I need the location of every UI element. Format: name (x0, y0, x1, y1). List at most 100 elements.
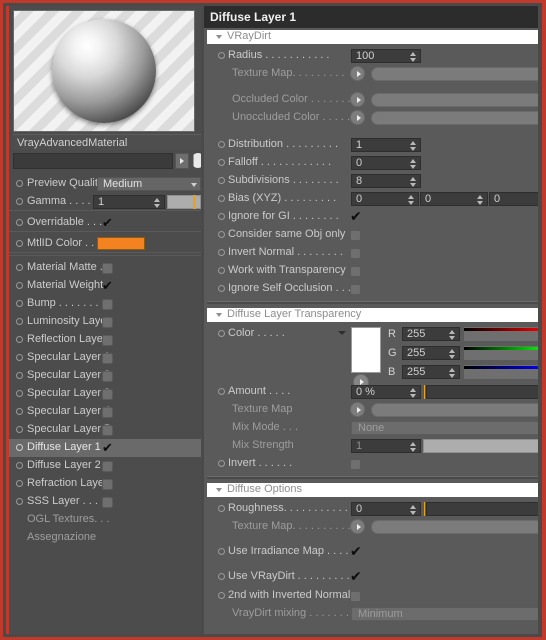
property-input-falloff[interactable]: 0 (351, 156, 421, 170)
sidebar-item-specular-layer-4[interactable]: Specular Layer 4 (9, 403, 201, 421)
stepper-icon[interactable] (154, 198, 161, 208)
sidebar-item-overridable[interactable]: Overridable . . . . ✔ (9, 214, 201, 232)
toggle-dot-icon[interactable] (16, 282, 23, 289)
toggle-dot-icon[interactable] (16, 480, 23, 487)
stepper-icon[interactable] (410, 505, 417, 515)
texture-map-button[interactable] (350, 519, 365, 534)
toggle-dot-icon[interactable] (218, 505, 225, 512)
toggle-dot-icon[interactable] (16, 318, 23, 325)
sidebar-item-luminosity-layer[interactable]: Luminosity Layer (9, 313, 201, 331)
toggle-dot-icon[interactable] (16, 390, 23, 397)
texture-map-field[interactable] (371, 520, 538, 534)
sidebar-item-material-matte[interactable]: Material Matte . . (9, 259, 201, 277)
property-input-subdivisions[interactable]: 8 (351, 174, 421, 188)
checkbox[interactable] (102, 371, 113, 382)
stepper-icon[interactable] (410, 177, 417, 187)
sidebar-item-preview-quality[interactable]: Preview Quality Medium (9, 175, 201, 193)
gamma-slider-handle[interactable] (193, 195, 196, 209)
dropdown-mix-mode[interactable]: None (351, 421, 538, 435)
toggle-dot-icon[interactable] (218, 177, 225, 184)
texture-map-field[interactable] (371, 67, 538, 81)
toggle-dot-icon[interactable] (218, 285, 225, 292)
checkbox[interactable] (350, 284, 361, 295)
sidebar-item-specular-layer-5[interactable]: Specular Layer 5 (9, 421, 201, 439)
toggle-dot-icon[interactable] (218, 330, 225, 337)
toggle-dot-icon[interactable] (218, 195, 225, 202)
sidebar-item-reflection-layer[interactable]: Reflection Layer (9, 331, 201, 349)
sidebar-item-sss-layer[interactable]: SSS Layer . . . . . (9, 493, 201, 511)
bias-input-y[interactable]: 0 (420, 192, 488, 206)
material-texture-slot-input[interactable] (13, 153, 173, 169)
mtlid-color-swatch[interactable] (97, 237, 145, 250)
checkbox[interactable] (102, 263, 113, 274)
stepper-icon[interactable] (410, 52, 417, 62)
toggle-dot-icon[interactable] (218, 548, 225, 555)
stepper-icon[interactable] (410, 159, 417, 169)
sidebar-item-ogl-textures[interactable]: OGL Textures. . . (9, 511, 201, 529)
sidebar-item-assegnazione[interactable]: Assegnazione (9, 529, 201, 547)
texture-map-field[interactable] (371, 111, 538, 125)
toggle-dot-icon[interactable] (16, 354, 23, 361)
bias-input-z[interactable]: 0 (489, 192, 538, 206)
property-input-radius[interactable]: 100 (351, 49, 421, 63)
sidebar-item-bump[interactable]: Bump . . . . . . . . . (9, 295, 201, 313)
checkbox[interactable] (102, 461, 113, 472)
toggle-dot-icon[interactable] (16, 498, 23, 505)
dropdown-vraydirt-mixing[interactable]: Minimum (351, 607, 538, 621)
channel-input-b[interactable]: 255 (402, 365, 460, 379)
stepper-icon[interactable] (449, 368, 456, 378)
toggle-dot-icon[interactable] (218, 592, 225, 599)
toggle-dot-icon[interactable] (218, 52, 225, 59)
sidebar-item-diffuse-layer-2[interactable]: Diffuse Layer 2 (9, 457, 201, 475)
group-header-diffuse-options[interactable]: Diffuse Options (207, 483, 538, 497)
toggle-dot-icon[interactable] (218, 231, 225, 238)
toggle-dot-icon[interactable] (16, 426, 23, 433)
texture-map-field[interactable] (371, 403, 538, 417)
stepper-icon[interactable] (410, 388, 417, 398)
material-name-field[interactable]: VrayAdvancedMaterial (13, 134, 201, 150)
checkbox[interactable] (350, 266, 361, 277)
chevron-down-icon[interactable] (338, 331, 346, 335)
checkbox[interactable] (102, 497, 113, 508)
texture-map-button[interactable] (350, 66, 365, 81)
stepper-icon[interactable] (449, 330, 456, 340)
channel-gradient-r[interactable] (464, 327, 538, 341)
group-header-vraydirt[interactable]: VRayDirt (207, 30, 538, 44)
texture-map-button[interactable] (350, 92, 365, 107)
checkbox[interactable] (102, 335, 113, 346)
texture-map-button[interactable] (350, 402, 365, 417)
toggle-dot-icon[interactable] (16, 180, 23, 187)
group-header-diffuse-layer-transparency[interactable]: Diffuse Layer Transparency (207, 308, 538, 322)
channel-input-g[interactable]: 255 (402, 346, 460, 360)
texture-map-button[interactable] (350, 110, 365, 125)
checkmark-icon[interactable]: ✔ (350, 569, 362, 583)
checkbox[interactable] (350, 591, 361, 602)
stepper-icon[interactable] (449, 349, 456, 359)
checkbox[interactable] (350, 230, 361, 241)
sidebar-item-diffuse-layer-1[interactable]: Diffuse Layer 1 ✔ (9, 439, 201, 457)
checkmark-icon[interactable]: ✔ (102, 279, 113, 292)
input-extension[interactable] (426, 385, 538, 399)
color-swatch[interactable] (351, 327, 381, 373)
checkbox[interactable] (102, 389, 113, 400)
channel-gradient-g[interactable] (464, 346, 538, 360)
sidebar-item-refraction-layer[interactable]: Refraction Layer (9, 475, 201, 493)
toggle-dot-icon[interactable] (16, 408, 23, 415)
checkbox[interactable] (350, 248, 361, 259)
toggle-dot-icon[interactable] (16, 372, 23, 379)
toggle-dot-icon[interactable] (218, 573, 225, 580)
sidebar-item-material-weight[interactable]: Material Weight ✔ (9, 277, 201, 295)
toggle-dot-icon[interactable] (218, 460, 225, 467)
slider-mix-strength[interactable] (423, 439, 538, 453)
checkmark-icon[interactable]: ✔ (102, 441, 113, 454)
property-input-distribution[interactable]: 1 (351, 138, 421, 152)
toggle-dot-icon[interactable] (218, 388, 225, 395)
checkmark-icon[interactable]: ✔ (102, 216, 113, 229)
property-input-roughness[interactable]: 0 (351, 502, 421, 516)
checkmark-icon[interactable]: ✔ (350, 209, 362, 223)
preview-quality-dropdown[interactable]: Medium (97, 177, 201, 191)
sidebar-item-mtlid-color[interactable]: MtlID Color . . . . (9, 235, 201, 253)
sidebar-item-specular-layer-2[interactable]: Specular Layer 2 (9, 367, 201, 385)
toggle-dot-icon[interactable] (218, 141, 225, 148)
checkbox[interactable] (102, 299, 113, 310)
